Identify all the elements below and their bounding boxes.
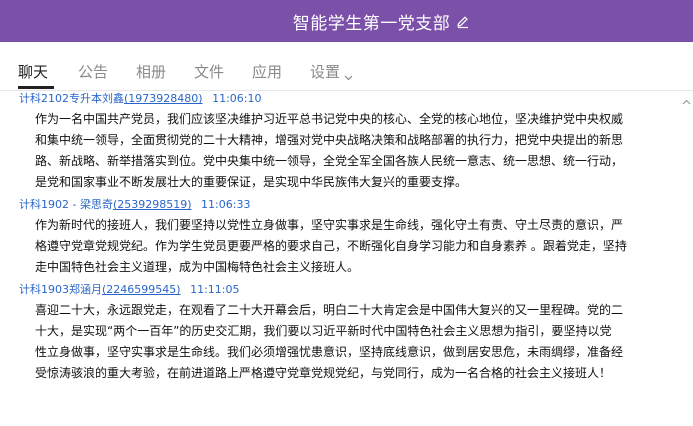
edit-title-icon[interactable] [456, 14, 470, 29]
message-time: 11:06:10 [212, 92, 262, 105]
tab-chat[interactable]: 聊天 [18, 61, 48, 82]
message-line: 受惊涛骇浪的重大考验，在前进道路上严格遵守党章党规党纪，与党同行，成为一名合格的… [35, 366, 612, 380]
message-line: 性立身做事，坚守实事求是生命线。我们必须增强忧患意识，坚持底线意识，做到居安思危… [35, 345, 624, 359]
message-time: 11:06:33 [201, 198, 251, 211]
message-line: 和集中统一领导，全面贯彻党的二十大精神，增强对党中央战略决策和战略部署的执行力，… [35, 133, 624, 147]
sender-qq-link[interactable]: (1973928480) [124, 92, 203, 105]
title-bar: 智能学生第一党支部 [0, 0, 693, 42]
message-body: 作为一名中国共产党员，我们应该坚决维护习近平总书记党中央的核心、全党的核心地位，… [0, 107, 680, 197]
message-line: 路、新战略、新举措落实到位。党中央集中统一领导，全党全军全国各族人民统一意志、统… [35, 154, 624, 168]
tab-files[interactable]: 文件 [194, 61, 224, 82]
message-body: 喜迎二十大，永远跟党走，在观看了二十大开幕会后，明白二十大肯定会是中国伟大复兴的… [0, 298, 680, 388]
message-line: 作为新时代的接班人，我们要坚持以党性立身做事，坚守实事求是生命线，强化守土有责、… [35, 218, 624, 232]
group-window: 智能学生第一党支部 聊天 公告 相册 文件 应用 设置 计科2102专升本刘鑫(… [0, 0, 693, 426]
group-title: 智能学生第一党支部 [292, 13, 451, 34]
message-body: 作为新时代的接班人，我们要坚持以党性立身做事，坚守实事求是生命线，强化守土有责、… [0, 213, 680, 282]
message-line: 是党和国家事业不断发展壮大的重要保证，是实现中华民族伟大复兴的重要支撑。 [35, 175, 468, 189]
sender-name: 计科1902 - 梁思奇 [19, 198, 113, 211]
tab-apps[interactable]: 应用 [252, 61, 282, 82]
tab-settings[interactable]: 设置 [310, 61, 353, 82]
message-line: 十大，是实现“两个一百年”的历史交汇期，我们要以习近平新时代中国特色社会主义思想… [35, 324, 612, 338]
message-sender[interactable]: 计科1903郑涵月(2246599545) 11:11:05 [0, 282, 680, 298]
message-list[interactable]: 计科2102专升本刘鑫(1973928480) 11:06:10 作为一名中国共… [0, 91, 680, 426]
sender-qq-link[interactable]: (2246599545) [102, 283, 181, 296]
message-sender[interactable]: 计科1902 - 梁思奇(2539298519) 11:06:33 [0, 197, 680, 213]
message-item: 计科2102专升本刘鑫(1973928480) 11:06:10 作为一名中国共… [0, 91, 680, 197]
tab-settings-label: 设置 [310, 63, 341, 81]
sender-name: 计科1903郑涵月 [19, 283, 102, 296]
message-line: 喜迎二十大，永远跟党走，在观看了二十大开幕会后，明白二十大肯定会是中国伟大复兴的… [35, 303, 624, 317]
message-sender[interactable]: 计科2102专升本刘鑫(1973928480) 11:06:10 [0, 91, 680, 107]
tab-bar: 聊天 公告 相册 文件 应用 设置 [0, 42, 693, 91]
message-line: 作为一名中国共产党员，我们应该坚决维护习近平总书记党中央的核心、全党的核心地位，… [35, 112, 624, 126]
vertical-scrollbar[interactable] [680, 91, 693, 426]
active-tab-underline [18, 86, 54, 89]
message-item: 计科1902 - 梁思奇(2539298519) 11:06:33 作为新时代的… [0, 197, 680, 282]
sender-qq-link[interactable]: (2539298519) [113, 198, 192, 211]
message-item: 计科1903郑涵月(2246599545) 11:11:05 喜迎二十大，永远跟… [0, 282, 680, 388]
message-time: 11:11:05 [190, 283, 240, 296]
tab-announcement[interactable]: 公告 [78, 61, 108, 82]
scroll-up-icon[interactable] [682, 92, 691, 105]
tab-album[interactable]: 相册 [136, 61, 166, 82]
message-line: 格遵守党章党规党纪。作为学生党员更要严格的要求自己，不断强化自身学习能力和自身素… [35, 239, 627, 253]
title-wrap: 智能学生第一党支部 [293, 9, 471, 34]
chevron-down-icon [344, 68, 353, 81]
message-line: 走中国特色社会主义道理，成为中国梅特色社会主义接班人。 [35, 260, 360, 274]
sender-name: 计科2102专升本刘鑫 [19, 92, 124, 105]
